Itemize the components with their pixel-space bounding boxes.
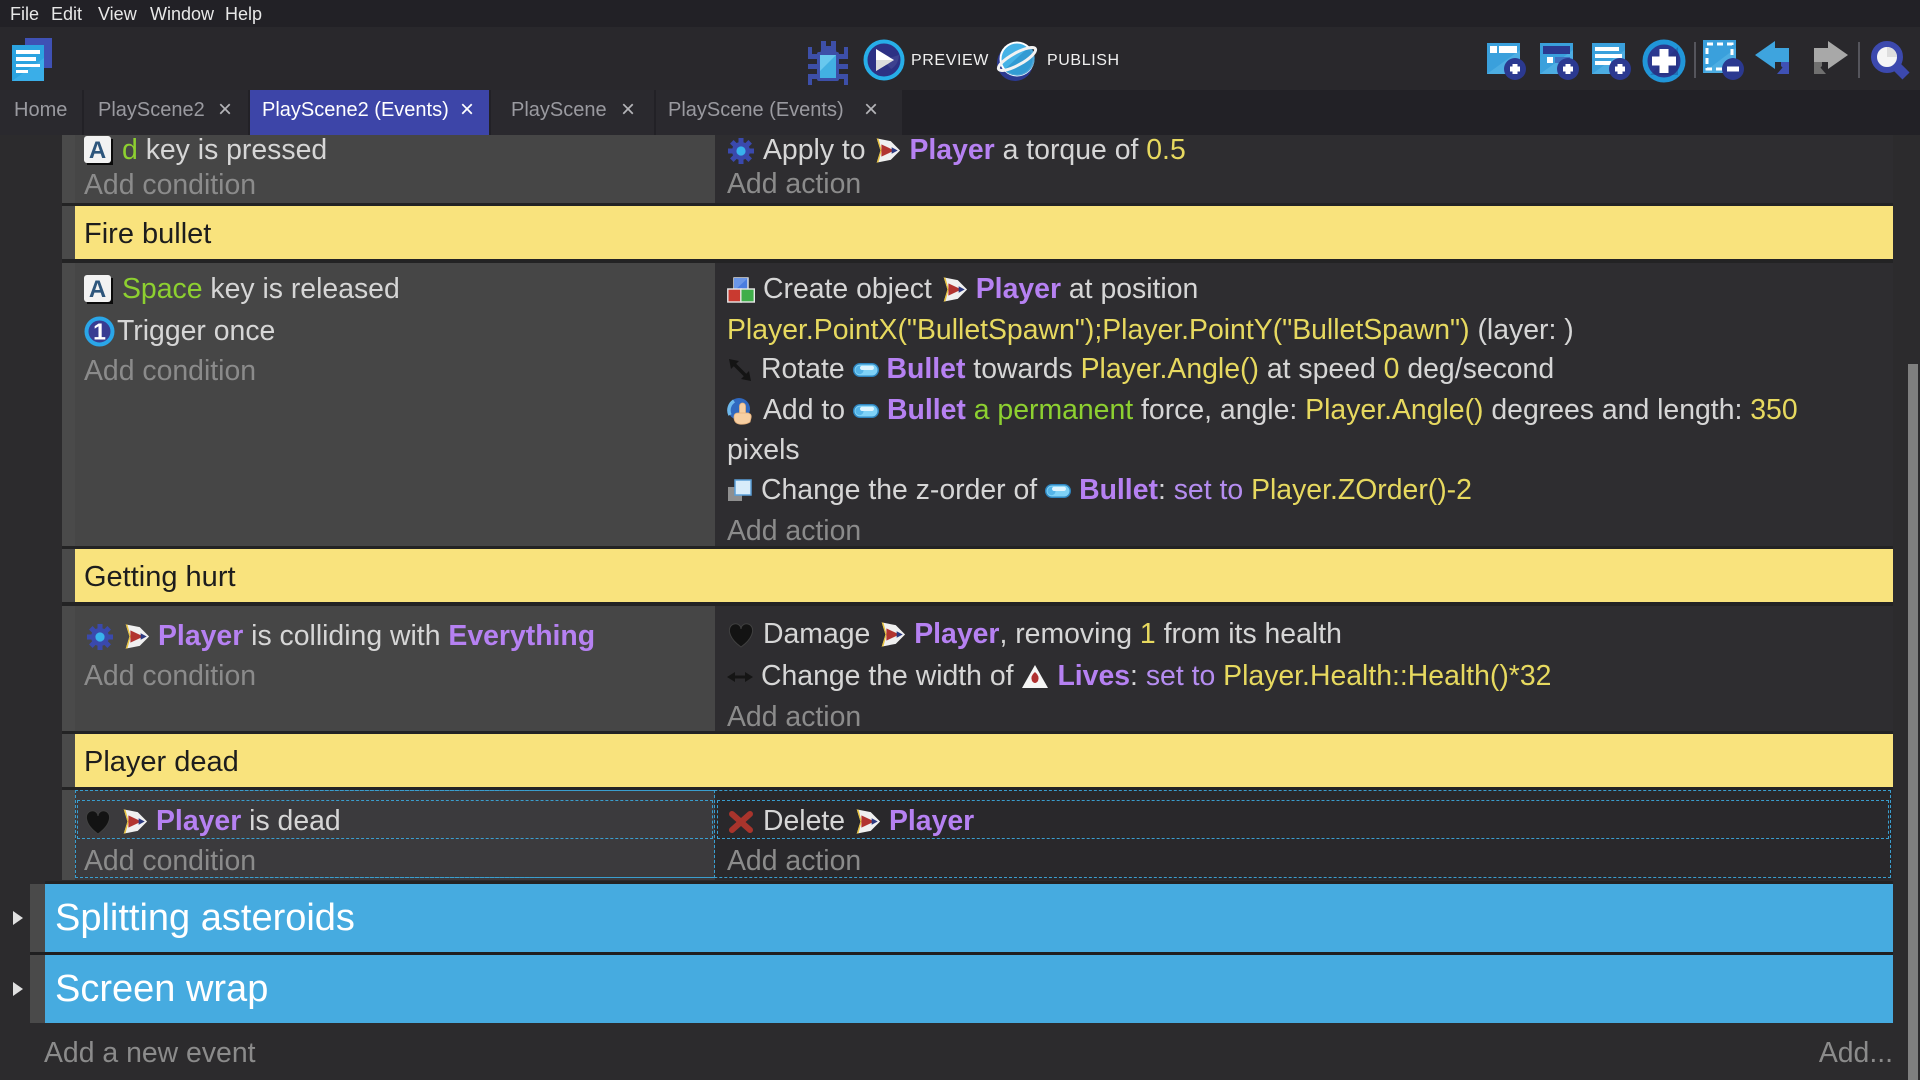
- svg-text:1: 1: [93, 319, 106, 345]
- svg-text:A: A: [89, 276, 106, 303]
- svg-text:A: A: [89, 137, 106, 164]
